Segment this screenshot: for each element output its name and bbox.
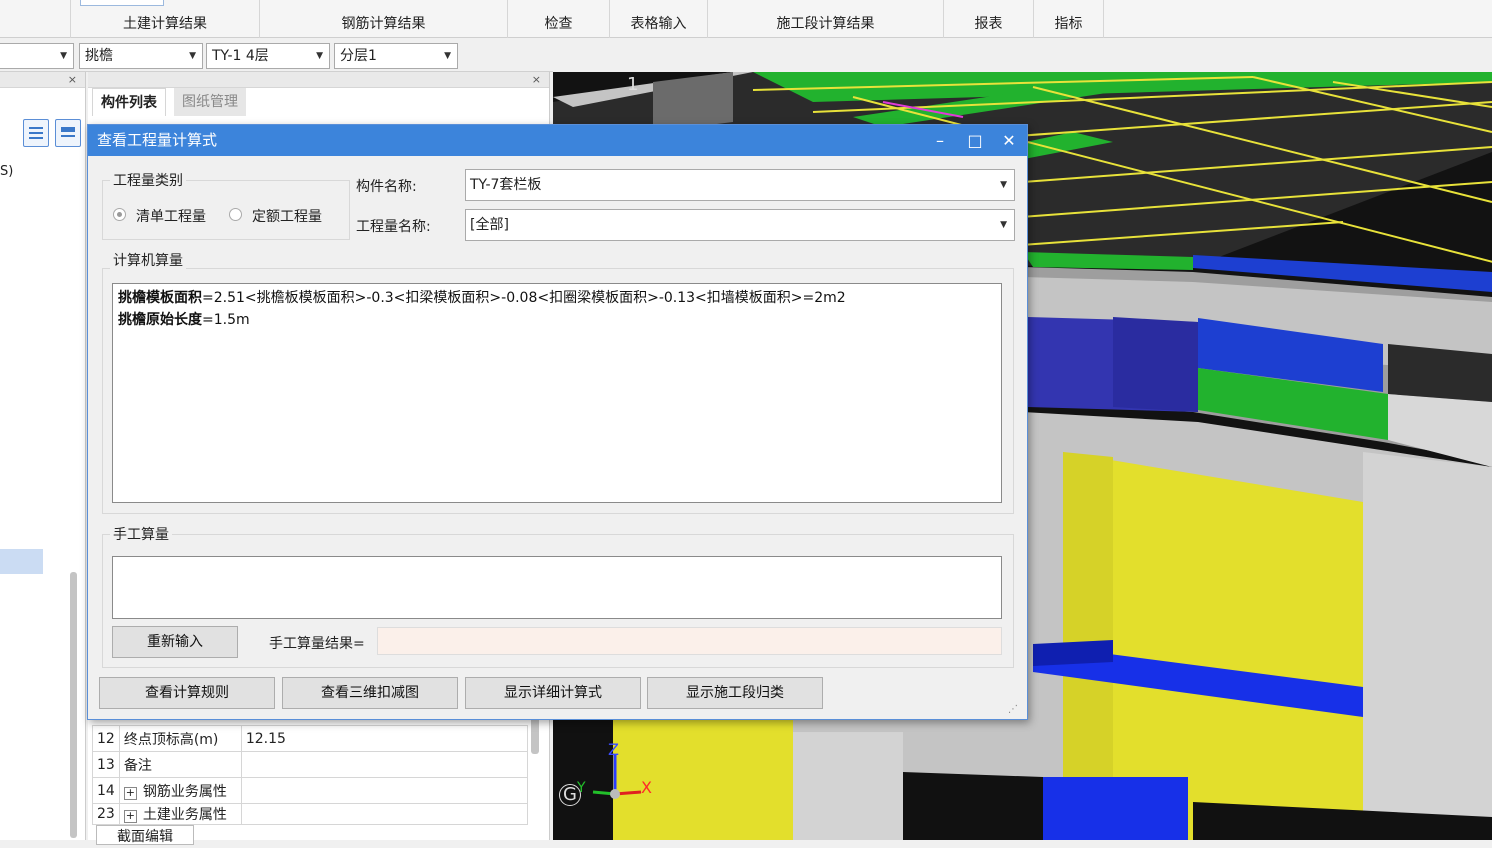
computer-quantity-legend: 计算机算量 [110, 250, 186, 270]
quantity-type-legend: 工程量类别 [110, 170, 186, 190]
property-group: + 钢筋业务属性 [118, 777, 242, 804]
component-type-value: 挑檐 [85, 48, 113, 64]
tab-drawing-management[interactable]: 图纸管理 [174, 88, 246, 116]
left-panel-header: × [0, 72, 85, 88]
tree-item-partial[interactable]: S) [0, 164, 13, 179]
component-type-select[interactable]: 挑檐 ▼ [79, 43, 203, 69]
property-name: 土建业务属性 [142, 807, 227, 823]
tab-check[interactable]: 检查 [508, 0, 610, 38]
show-detailed-formula-button[interactable]: 显示详细计算式 [465, 677, 641, 709]
x-axis-label: X [641, 778, 652, 797]
quantity-name-value: [全部] [470, 217, 509, 233]
dialog-titlebar[interactable]: 查看工程量计算式 [88, 125, 1027, 156]
component-name-select[interactable]: TY-7套栏板 ▼ [465, 169, 1015, 201]
chevron-down-icon: ▼ [60, 51, 67, 61]
table-row[interactable]: 23 + 土建业务属性 [92, 803, 529, 825]
expand-icon[interactable]: + [123, 810, 137, 823]
z-axis-label: Z [608, 740, 619, 759]
tab-construction-stage-results[interactable]: 施工段计算结果 [708, 0, 944, 38]
property-value[interactable] [240, 751, 529, 778]
property-value[interactable] [240, 803, 529, 825]
component-name-value: TY-7套栏板 [470, 177, 542, 193]
tab-rebar-results[interactable]: 钢筋计算结果 [260, 0, 508, 38]
quantity-name-label: 工程量名称: [356, 219, 431, 235]
tab-index[interactable]: 指标 [1034, 0, 1104, 38]
close-icon[interactable]: ✕ [994, 125, 1024, 156]
left-panel: × S) [0, 72, 86, 840]
dialog-title: 查看工程量计算式 [97, 131, 218, 149]
detail-view-icon[interactable] [55, 119, 81, 147]
manual-formula-textarea[interactable] [112, 556, 1002, 619]
grid-label-top: 1 [627, 74, 639, 95]
quantity-formula-dialog: 查看工程量计算式 – □ ✕ 工程量类别 清单工程量 定额工程量 构件名称: T… [87, 124, 1028, 720]
layer-value: 分层1 [340, 48, 377, 64]
view-calc-rules-button[interactable]: 查看计算规则 [99, 677, 275, 709]
table-row[interactable]: 14 + 钢筋业务属性 [92, 777, 529, 804]
component-panel-header: × [88, 72, 549, 88]
radio-quota-quantity[interactable] [229, 208, 242, 221]
resize-grip-icon[interactable]: ⋰ [1008, 705, 1020, 717]
formula-line-1: 挑檐模板面积=2.51<挑檐板模板面积>-0.3<扣梁模板面积>-0.08<扣圈… [118, 287, 996, 309]
list-view-icon[interactable] [23, 119, 49, 147]
maximize-icon[interactable]: □ [960, 125, 990, 156]
tree-item-selected[interactable] [0, 549, 43, 574]
filter-bar: ▼ 挑檐 ▼ TY-1 4层 ▼ 分层1 ▼ [0, 39, 553, 72]
chevron-down-icon: ▼ [316, 51, 323, 61]
property-name: 备注 [118, 751, 242, 778]
view-3d-deduction-button[interactable]: 查看三维扣减图 [282, 677, 458, 709]
tab-component-list[interactable]: 构件列表 [92, 88, 166, 116]
quantity-name-select[interactable]: [全部] ▼ [465, 209, 1015, 241]
ribbon-tabs: 土建计算结果 钢筋计算结果 检查 表格输入 施工段计算结果 报表 指标 [0, 0, 1492, 38]
radio-bill-quantity-label[interactable]: 清单工程量 [136, 206, 206, 226]
radio-quota-quantity-label[interactable]: 定额工程量 [252, 206, 322, 226]
chevron-down-icon: ▼ [1000, 180, 1007, 190]
row-number: 14 [92, 777, 120, 804]
property-value[interactable]: 12.15 [240, 725, 529, 752]
tab-table-input[interactable]: 表格输入 [610, 0, 708, 38]
floor-type-select[interactable]: ▼ [0, 43, 74, 69]
property-table: 12 终点顶标高(m) 12.15 13 备注 14 + 钢筋业务属性 23 + 土… [92, 725, 529, 825]
property-group: + 土建业务属性 [118, 803, 242, 825]
property-name: 终点顶标高(m) [118, 725, 242, 752]
formula-label-2: 挑檐原始长度 [118, 312, 202, 328]
component-value: TY-1 4层 [212, 48, 269, 64]
show-stage-classification-button[interactable]: 显示施工段归类 [647, 677, 823, 709]
formula-text-2: =1.5m [202, 312, 250, 328]
component-select[interactable]: TY-1 4层 ▼ [206, 43, 330, 69]
property-name: 钢筋业务属性 [142, 783, 227, 800]
table-row[interactable]: 12 终点顶标高(m) 12.15 [92, 725, 529, 752]
tab-report[interactable]: 报表 [944, 0, 1034, 38]
component-name-label: 构件名称: [356, 179, 417, 195]
manual-result-field[interactable] [377, 627, 1002, 655]
radio-bill-quantity[interactable] [113, 208, 126, 221]
formula-text-1: =2.51<挑檐板模板面积>-0.3<扣梁模板面积>-0.08<扣圈梁模板面积>… [202, 290, 846, 306]
property-value[interactable] [240, 777, 529, 804]
formula-textarea[interactable]: 挑檐模板面积=2.51<挑檐板模板面积>-0.3<扣梁模板面积>-0.08<扣圈… [112, 283, 1002, 503]
manual-quantity-legend: 手工算量 [110, 524, 172, 544]
manual-result-label: 手工算量结果= [269, 636, 365, 652]
tab-section-edit[interactable]: 截面编辑 [96, 825, 194, 845]
formula-label-1: 挑檐模板面积 [118, 290, 202, 306]
chevron-down-icon: ▼ [1000, 220, 1007, 230]
left-panel-scrollbar[interactable] [70, 572, 77, 838]
row-number: 13 [92, 751, 120, 778]
tab-civil-results[interactable]: 土建计算结果 [70, 0, 260, 38]
chevron-down-icon: ▼ [444, 51, 451, 61]
minimize-icon[interactable]: – [925, 125, 955, 156]
expand-icon[interactable]: + [123, 786, 137, 800]
left-panel-close-icon[interactable]: × [68, 73, 77, 86]
formula-line-2: 挑檐原始长度=1.5m [118, 309, 996, 331]
component-panel-close-icon[interactable]: × [532, 73, 541, 86]
grid-label-g: G [559, 784, 581, 806]
chevron-down-icon: ▼ [189, 51, 196, 61]
table-row[interactable]: 13 备注 [92, 751, 529, 778]
layer-select[interactable]: 分层1 ▼ [334, 43, 458, 69]
row-number: 23 [92, 803, 120, 825]
reinput-button[interactable]: 重新输入 [112, 626, 238, 658]
row-number: 12 [92, 725, 120, 752]
